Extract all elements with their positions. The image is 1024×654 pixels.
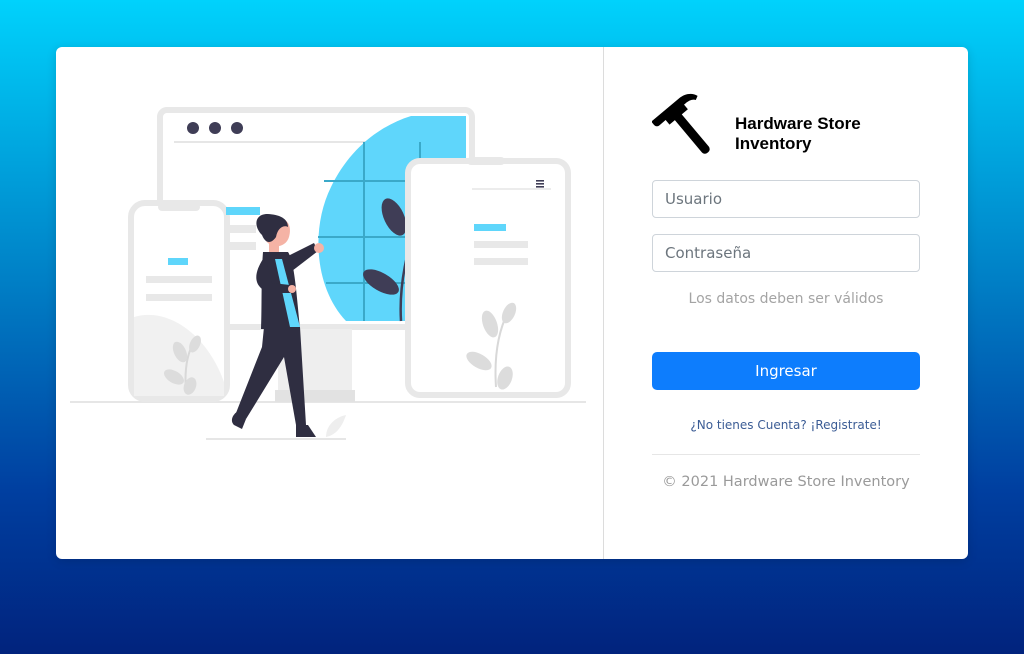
footer-divider	[652, 454, 920, 455]
brand-title-line1: Hardware Store	[735, 114, 861, 133]
username-input[interactable]	[652, 180, 920, 218]
brand-title: Hardware Store Inventory	[735, 114, 935, 154]
login-card: Hardware Store Inventory Los datos deben…	[56, 47, 968, 559]
password-input[interactable]	[652, 234, 920, 272]
hero-illustration	[56, 47, 603, 559]
login-form-panel: Hardware Store Inventory Los datos deben…	[604, 47, 968, 559]
login-button[interactable]: Ingresar	[652, 352, 920, 390]
register-link[interactable]: ¿No tienes Cuenta? ¡Registrate!	[604, 418, 968, 432]
validation-hint: Los datos deben ser válidos	[688, 291, 884, 307]
brand-title-line2: Inventory	[735, 134, 812, 153]
copyright-text: © 2021 Hardware Store Inventory	[662, 474, 910, 490]
woman-presenting-devices-illustration	[70, 107, 586, 440]
hammer-icon	[652, 93, 710, 154]
